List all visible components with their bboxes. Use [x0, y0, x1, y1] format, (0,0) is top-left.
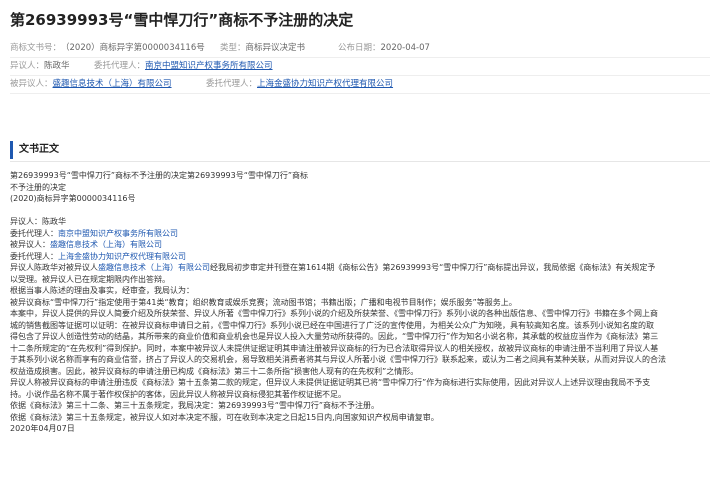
opponent-value: 陈政华	[44, 61, 70, 71]
respondent-agent: 委托代理人： 上海金盛协力知识产权代理有限公司	[206, 76, 393, 93]
body-line: 十二条所规定的“在先权利”得到保护。同时，本案中被异议人未提供证据证明其申请注册…	[10, 343, 659, 353]
publish-date: 公布日期： 2020-04-07	[338, 40, 430, 57]
document-header: 第26939993号“雪中悍刀行”商标不予注册的决定 商标文书号： （2020）…	[0, 0, 720, 94]
document-title: 第26939993号“雪中悍刀行”商标不予注册的决定	[10, 11, 354, 29]
doc-number-value: （2020）商标异字第0000034116号	[61, 43, 205, 53]
body-line: 被异议人：盛趣信息技术（上海）有限公司	[10, 239, 710, 251]
body-line: (2020)商标异字第0000034116号	[10, 194, 136, 203]
body-text: 异议人陈政华对被异议人	[10, 263, 98, 272]
opponent-agent-label: 委托代理人：	[94, 61, 146, 71]
opponent-agent-link[interactable]: 南京中盟知识产权事务所有限公司	[145, 58, 273, 75]
body-line: 本案中，异议人提供的异议人简要介绍及所获荣誉、异议人所著《雪中悍刀行》系列小说的…	[10, 309, 658, 318]
section-divider	[10, 161, 710, 162]
body-line: 根据当事人陈述的理由及事实，经审查，我局认为：	[10, 286, 194, 295]
meta-row-respondent: 被异议人： 盛趣信息技术（上海）有限公司 委托代理人： 上海金盛协力知识产权代理…	[10, 76, 710, 93]
body-line: 依据《商标法》第三十二条、第三十五条规定，我局决定：第26939993号“雪中悍…	[10, 401, 380, 410]
body-text: 委托代理人：	[10, 251, 58, 261]
doc-type-value: 商标异议决定书	[245, 43, 306, 53]
body-line: 委托代理人：上海金盛协力知识产权代理有限公司	[10, 251, 710, 263]
body-line: 得包含了异议人创造性劳动的结晶，其所带来的商业价值和商业机会也是异议人投入大量劳…	[10, 332, 659, 341]
body-line: 被异议商标“雪中悍刀行”指定使用于第41类“教育；组织教育或娱乐竞赛；流动图书馆…	[10, 297, 517, 307]
doc-number: 商标文书号： （2020）商标异字第0000034116号	[10, 40, 220, 57]
agent-link[interactable]: 南京中盟知识产权事务所有限公司	[58, 229, 178, 238]
meta-row-opponent: 异议人： 陈政华 委托代理人： 南京中盟知识产权事务所有限公司	[10, 58, 710, 75]
respondent-link[interactable]: 盛趣信息技术（上海）有限公司	[53, 76, 172, 93]
doc-number-label: 商标文书号：	[10, 43, 62, 53]
body-text: 经我局初步审定并刊登在第1614期《商标公告》第26939993号“雪中悍刀行”…	[210, 263, 656, 272]
body-line: 持。小说作品名称不属于著作权保护的客体，因此异议人称被异议商标侵犯其著作权证据不…	[10, 389, 346, 399]
respondent: 被异议人： 盛趣信息技术（上海）有限公司	[10, 76, 206, 93]
opponent: 异议人： 陈政华	[10, 58, 94, 75]
document-date: 2020年04月07日	[10, 424, 75, 433]
document-body: 第26939993号“雪中悍刀行”商标不予注册的决定第26939993号“雪中悍…	[0, 170, 720, 435]
body-line: 以受理。被异议人已在规定期限内作出答辩。	[10, 274, 170, 284]
doc-type-label: 类型：	[220, 43, 246, 53]
body-text: 委托代理人：	[10, 228, 58, 238]
body-line: 不予注册的决定	[10, 182, 66, 192]
respondent-agent-link[interactable]: 上海金盛协力知识产权代理有限公司	[58, 252, 186, 261]
respondent-link[interactable]: 盛趣信息技术（上海）有限公司	[98, 263, 210, 272]
respondent-link[interactable]: 盛趣信息技术（上海）有限公司	[50, 240, 162, 249]
body-line: 依据《商标法》第三十五条规定，被异议人如对本决定不服，可在收到本决定之日起15日…	[10, 412, 439, 422]
body-line: 异议人陈政华对被异议人盛趣信息技术（上海）有限公司经我局初步审定并刊登在第161…	[10, 262, 710, 274]
body-line: 第26939993号“雪中悍刀行”商标不予注册的决定第26939993号“雪中悍…	[10, 171, 309, 180]
body-line: 委托代理人：南京中盟知识产权事务所有限公司	[10, 228, 710, 240]
meta-row-basic: 商标文书号： （2020）商标异字第0000034116号 类型： 商标异议决定…	[10, 40, 710, 57]
body-line: 异议人：陈政华	[10, 217, 66, 226]
body-line: 异议人称被异议商标的申请注册违反《商标法》第十五条第二款的规定，但异议人未提供证…	[10, 378, 651, 387]
body-line: 于其系列小说名称而享有的商业信誉，挤占了异议人的交易机会，易导致相关消费者将其与…	[10, 355, 666, 364]
body-text: 被异议人：	[10, 240, 50, 249]
body-line: 城的销售截图等证据可以证明：在被异议商标申请日之前，《雪中悍刀行》系列小说已经在…	[10, 320, 654, 330]
respondent-agent-link[interactable]: 上海金盛协力知识产权代理有限公司	[257, 76, 393, 93]
opponent-agent: 委托代理人： 南京中盟知识产权事务所有限公司	[94, 58, 273, 75]
body-line: 权益造成损害。因此，被异议商标的申请注册已构成《商标法》第三十二条所指“损害他人…	[10, 366, 419, 376]
respondent-label: 被异议人：	[10, 79, 53, 89]
doc-type: 类型： 商标异议决定书	[220, 40, 338, 57]
section-title: 文书正文	[10, 141, 720, 159]
opponent-label: 异议人：	[10, 61, 45, 71]
publish-date-label: 公布日期：	[338, 43, 381, 53]
respondent-agent-label: 委托代理人：	[206, 79, 258, 89]
publish-date-value: 2020-04-07	[380, 43, 430, 53]
